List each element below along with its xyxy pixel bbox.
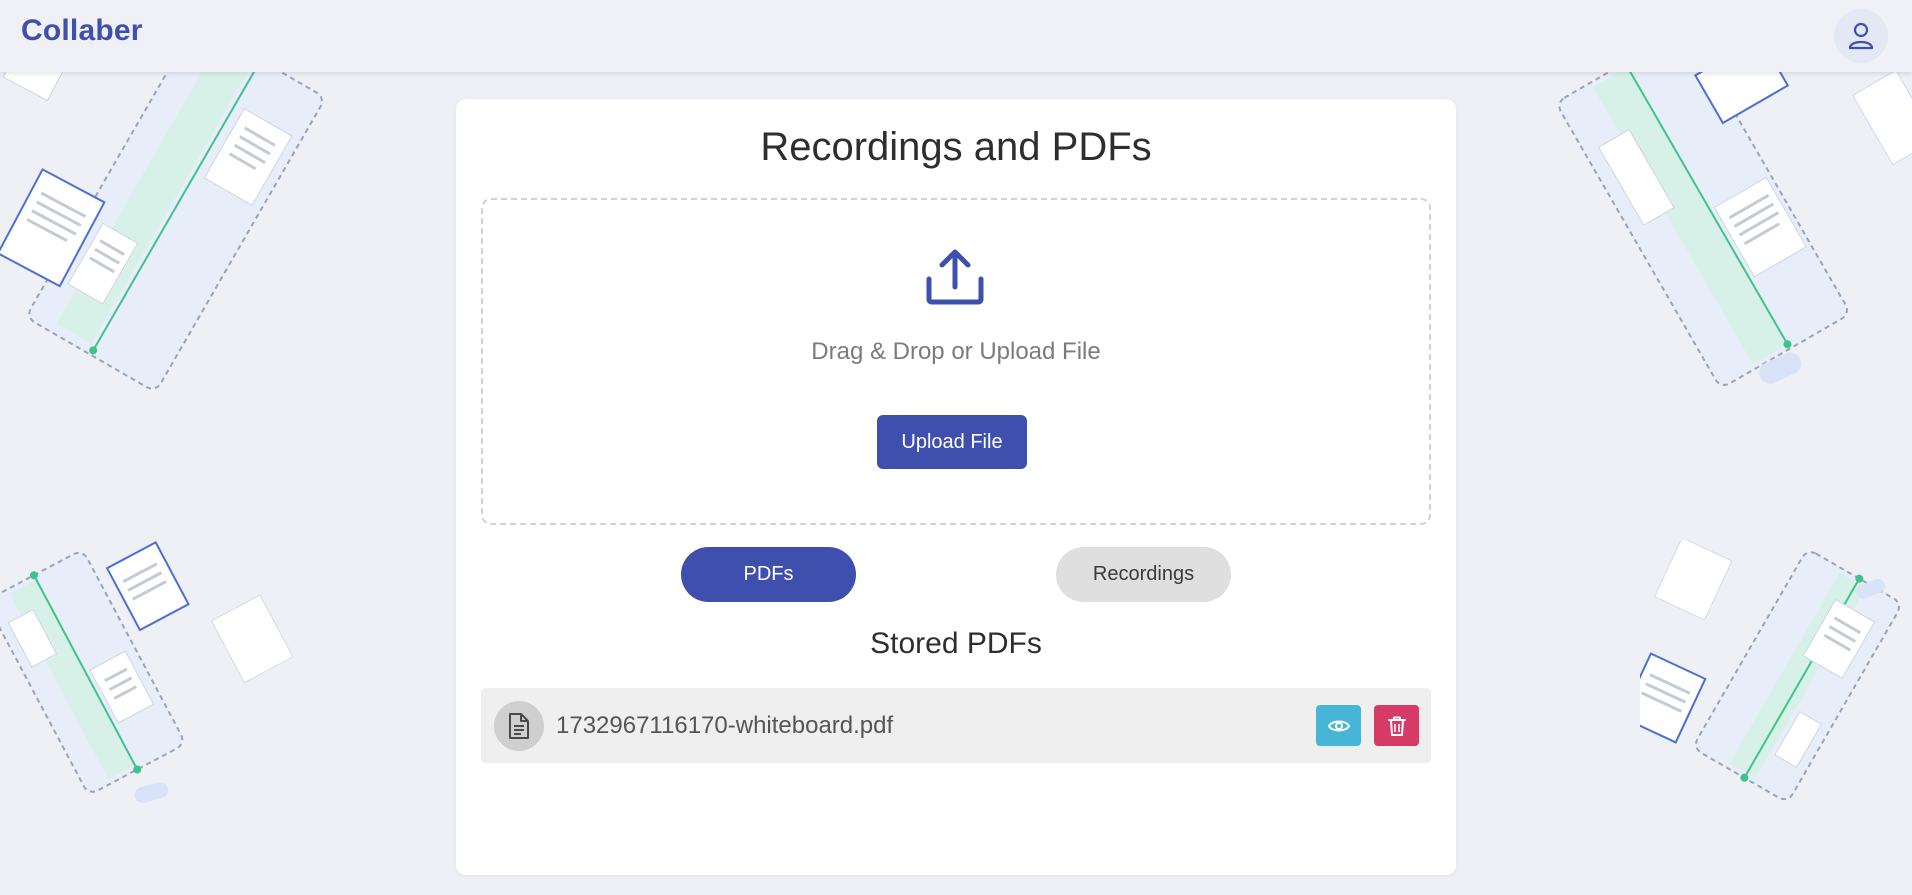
eye-icon xyxy=(1327,720,1350,731)
decor-right-top xyxy=(1558,60,1912,386)
decor-left-bottom xyxy=(0,541,294,803)
file-list-item: 1732967116170-whiteboard.pdf xyxy=(481,688,1431,763)
delete-file-button[interactable] xyxy=(1374,705,1419,746)
upload-icon xyxy=(926,249,984,305)
main-card: Recordings and PDFs Drag & Drop or Uploa… xyxy=(456,99,1456,875)
upload-file-button[interactable]: Upload File xyxy=(877,415,1027,469)
file-name[interactable]: 1732967116170-whiteboard.pdf xyxy=(556,712,893,740)
decor-right-bottom xyxy=(1640,540,1900,801)
tab-pdfs[interactable]: PDFs xyxy=(681,547,856,602)
tab-recordings[interactable]: Recordings xyxy=(1056,547,1231,602)
decor-left-top xyxy=(0,60,323,390)
upload-dropzone[interactable]: Drag & Drop or Upload File Upload File xyxy=(481,198,1431,525)
profile-button[interactable] xyxy=(1834,9,1888,63)
top-navbar: Collaber xyxy=(0,0,1912,72)
document-icon xyxy=(509,713,529,739)
view-file-button[interactable] xyxy=(1316,705,1361,746)
section-title: Stored PDFs xyxy=(870,627,1042,660)
user-icon xyxy=(1848,22,1874,50)
dropzone-text: Drag & Drop or Upload File xyxy=(811,338,1101,365)
page-title: Recordings and PDFs xyxy=(760,125,1152,169)
file-avatar xyxy=(494,701,544,751)
trash-icon xyxy=(1387,716,1406,736)
brand-logo[interactable]: Collaber xyxy=(21,14,143,48)
